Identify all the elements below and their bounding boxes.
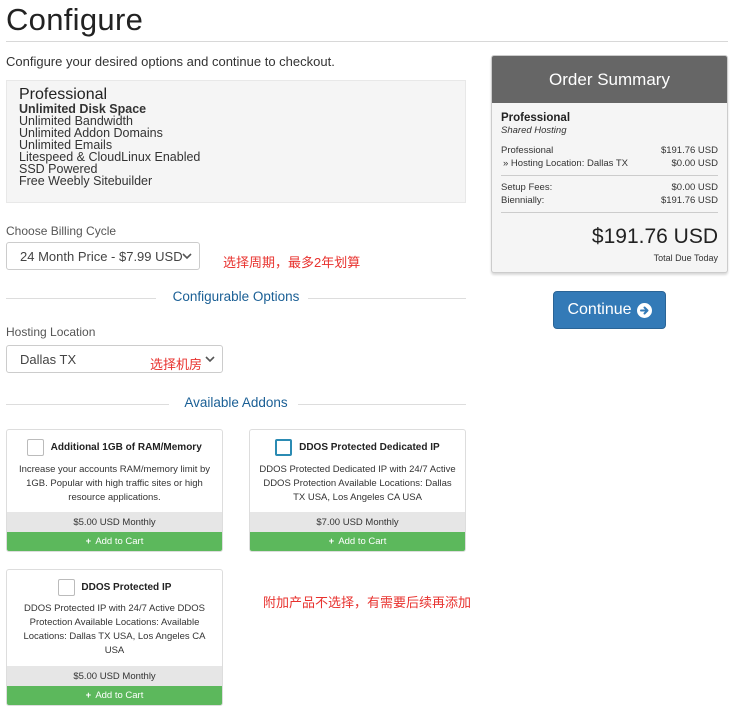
available-addons-title: Available Addons: [184, 395, 288, 410]
summary-line-label: » Hosting Location: Dallas TX: [503, 158, 628, 169]
add-to-cart-label: Add to Cart: [338, 536, 387, 547]
addon-card-ddos-ip: DDOS Protected IP DDOS Protected IP with…: [6, 569, 223, 706]
addon-name: DDOS Protected IP: [81, 582, 172, 594]
add-to-cart-label: Add to Cart: [95, 536, 144, 547]
continue-label: Continue: [567, 301, 632, 318]
continue-button[interactable]: Continue: [553, 291, 666, 329]
summary-line-value: $0.00 USD: [671, 158, 718, 169]
addon-header: Additional 1GB of RAM/Memory: [7, 439, 222, 456]
summary-line: » Hosting Location: Dallas TX $0.00 USD: [501, 157, 718, 170]
add-to-cart-label: Add to Cart: [95, 690, 144, 701]
configurable-options-heading: Configurable Options: [6, 289, 466, 309]
addon-name: Additional 1GB of RAM/Memory: [50, 442, 202, 454]
summary-line-label: Professional: [501, 145, 554, 156]
plus-icon: +: [328, 536, 335, 547]
add-to-cart-button[interactable]: + Add to Cart: [7, 532, 222, 551]
addon-price: $7.00 USD Monthly: [250, 512, 465, 533]
intro-text: Configure your desired options and conti…: [6, 54, 335, 69]
billing-cycle-label: Choose Billing Cycle: [6, 224, 117, 238]
addons-annotation: 附加产品不选择，有需要后续再添加: [263, 595, 472, 610]
summary-product-name: Professional: [501, 112, 571, 124]
addon-name: DDOS Protected Dedicated IP: [299, 442, 440, 454]
divider: [308, 298, 466, 299]
divider: [298, 404, 466, 405]
addon-price: $5.00 USD Monthly: [7, 666, 222, 687]
summary-line: Professional $191.76 USD: [501, 144, 718, 157]
summary-billing-cycle: Biennially: $191.76 USD: [501, 194, 718, 207]
setup-fees-value: $0.00 USD: [671, 182, 718, 193]
billing-annotation: 选择周期，最多2年划算: [223, 255, 361, 270]
location-annotation: 选择机房: [150, 357, 203, 372]
hosting-location-label: Hosting Location: [6, 325, 96, 339]
addon-description: DDOS Protected IP with 24/7 Active DDOS …: [23, 603, 206, 656]
circle-arrow-right-icon: [636, 302, 652, 318]
summary-product-group: Shared Hosting: [501, 125, 567, 136]
summary-divider: [501, 212, 718, 213]
billing-cycle-select[interactable]: 24 Month Price - $7.99 USD: [6, 242, 200, 270]
summary-total-label: Total Due Today: [653, 253, 718, 263]
summary-divider: [501, 175, 718, 176]
addon-card-ddos-dedicated-ip: DDOS Protected Dedicated IP DDOS Protect…: [249, 429, 466, 552]
order-summary-panel: Order Summary Professional Shared Hostin…: [491, 55, 728, 273]
page-title: Configure: [6, 2, 144, 37]
order-summary-title: Order Summary: [492, 56, 727, 103]
configurable-options-title: Configurable Options: [172, 289, 300, 304]
chevron-down-icon: [204, 353, 216, 365]
plus-icon: +: [85, 536, 92, 547]
addon-header: DDOS Protected IP: [7, 579, 222, 596]
addon-price: $5.00 USD Monthly: [7, 512, 222, 533]
setup-fees-label: Setup Fees:: [501, 182, 553, 193]
billing-cycle-summary-value: $191.76 USD: [660, 195, 718, 206]
summary-line-value: $191.76 USD: [660, 145, 718, 156]
order-summary-body: Professional Shared Hosting Professional…: [501, 112, 718, 263]
billing-cycle-summary-label: Biennially:: [501, 195, 545, 206]
add-to-cart-button[interactable]: + Add to Cart: [250, 532, 465, 551]
addon-description: Increase your accounts RAM/memory limit …: [18, 464, 211, 503]
chevron-down-icon: [181, 250, 193, 262]
product-feature: Free Weebly Sitebuilder: [19, 174, 153, 188]
addon-checkbox[interactable]: [27, 439, 45, 456]
product-name: Professional: [19, 86, 108, 103]
addon-checkbox[interactable]: [57, 579, 75, 596]
title-divider: [6, 41, 728, 42]
hosting-location-value: Dallas TX: [20, 352, 77, 367]
add-to-cart-button[interactable]: + Add to Cart: [7, 686, 222, 705]
addon-description: DDOS Protected Dedicated IP with 24/7 Ac…: [259, 464, 456, 503]
addon-card-ram: Additional 1GB of RAM/Memory Increase yo…: [6, 429, 223, 552]
product-info-panel: Professional Unlimited Disk Space Unlimi…: [6, 80, 466, 203]
summary-setup-fees: Setup Fees: $0.00 USD: [501, 181, 718, 194]
available-addons-heading: Available Addons: [6, 395, 466, 415]
billing-cycle-value: 24 Month Price - $7.99 USD: [20, 249, 183, 264]
addon-checkbox[interactable]: [275, 439, 293, 456]
plus-icon: +: [85, 690, 92, 701]
summary-total: $191.76 USD: [591, 225, 718, 248]
addon-header: DDOS Protected Dedicated IP: [250, 439, 465, 456]
